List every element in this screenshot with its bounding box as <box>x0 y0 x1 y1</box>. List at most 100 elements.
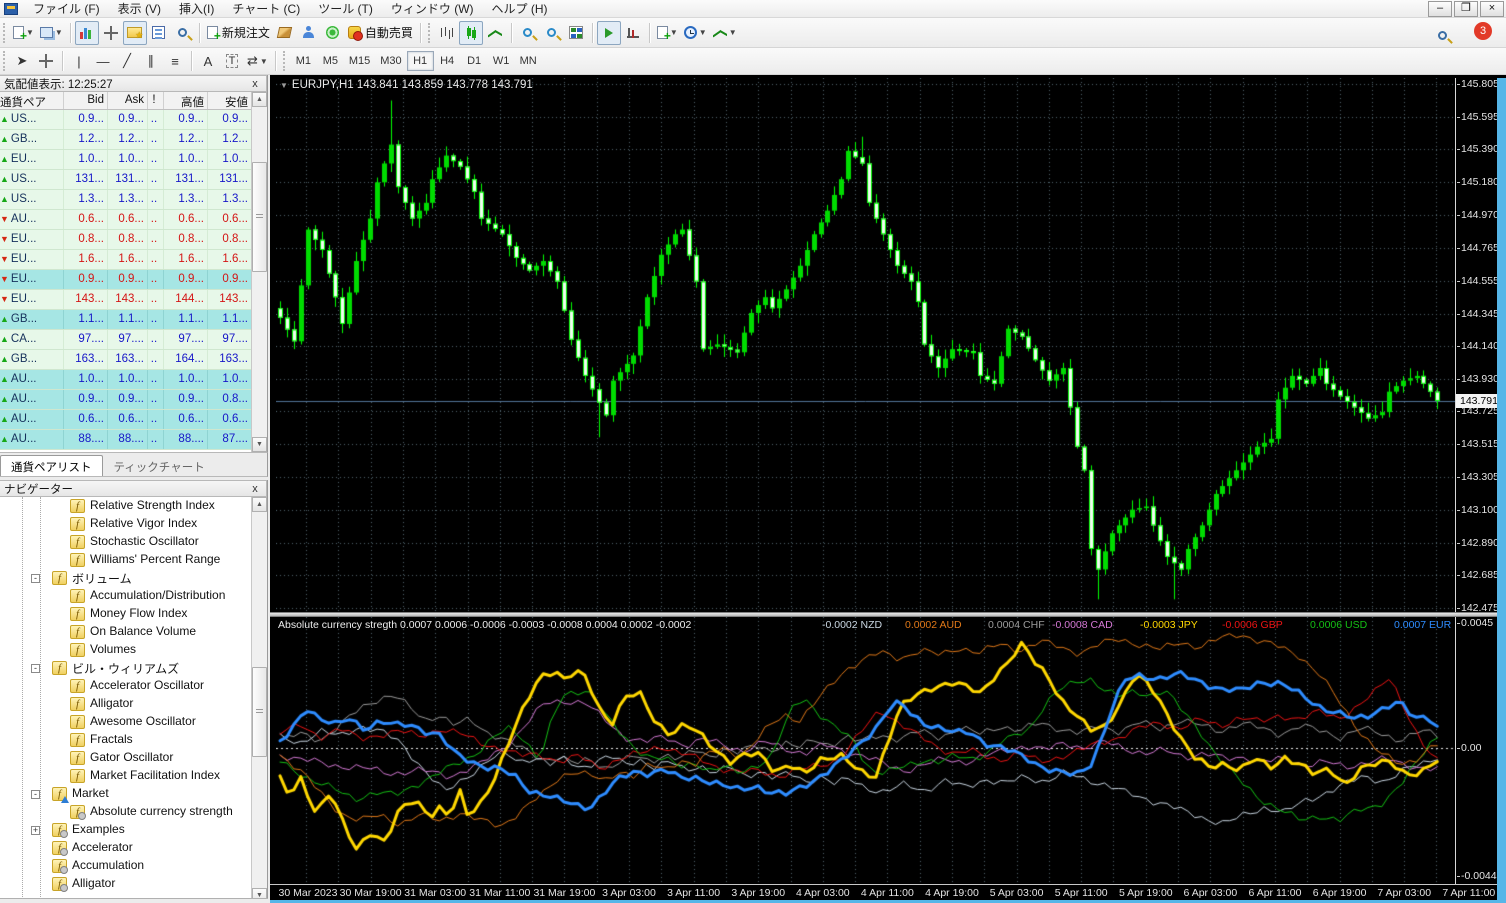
search-button[interactable] <box>1430 23 1454 47</box>
market-watch-titlebar[interactable]: 気配値表示: 12:25:27 x <box>0 75 267 92</box>
templates-dropdown[interactable]: ▼ <box>710 21 740 45</box>
toolbar-grip[interactable] <box>3 51 7 71</box>
menu-item-3[interactable]: チャート (C) <box>223 0 309 17</box>
scrollbar-thumb[interactable] <box>252 162 267 272</box>
column-header-2[interactable]: Ask <box>108 92 148 109</box>
close-icon[interactable]: x <box>248 78 262 90</box>
trendline-tool-button[interactable]: ╱ <box>115 49 139 73</box>
timeframe-h4[interactable]: H4 <box>434 51 461 71</box>
toolbar-grip[interactable] <box>3 22 7 43</box>
menu-item-2[interactable]: 挿入(I) <box>170 0 223 17</box>
menu-item-4[interactable]: ツール (T) <box>309 0 382 17</box>
community-button[interactable] <box>297 21 321 45</box>
collapse-box-icon[interactable]: - <box>31 663 40 673</box>
data-window-toggle[interactable] <box>99 21 123 45</box>
market-watch-row-3[interactable]: ▲ US... 131... 131..... 131... 131... <box>0 170 252 190</box>
collapse-box-icon[interactable]: - <box>31 789 40 799</box>
tree-item--[interactable]: - f ビル・ウィリアムズ <box>0 659 250 677</box>
signals-button[interactable] <box>321 21 345 45</box>
minimize-button[interactable]: – <box>1428 1 1452 17</box>
menu-item-0[interactable]: ファイル (F) <box>24 0 109 17</box>
market-watch-row-4[interactable]: ▲ US... 1.3... 1.3..... 1.3... 1.3... <box>0 190 252 210</box>
tree-item-alligator[interactable]: f Alligator <box>0 875 250 893</box>
tree-item-examples[interactable]: + f Examples <box>0 821 250 839</box>
timeframe-mn[interactable]: MN <box>515 51 542 71</box>
column-header-3[interactable]: ! <box>148 92 164 109</box>
text-tool-button[interactable]: A <box>196 49 220 73</box>
scroll-up-icon[interactable]: ▲ <box>252 497 267 512</box>
collapse-triangle-icon[interactable]: ▼ <box>280 81 288 90</box>
tree-item-accumulation[interactable]: f Accumulation <box>0 857 250 875</box>
market-watch-row-7[interactable]: ▼ EU... 1.6... 1.6..... 1.6... 1.6... <box>0 250 252 270</box>
market-watch-row-16[interactable]: ▲ AU... 88.... 88...... 88.... 87.... <box>0 430 252 450</box>
timeframe-m15[interactable]: M15 <box>344 51 375 71</box>
timeframe-d1[interactable]: D1 <box>461 51 488 71</box>
candlestick-chart-button[interactable] <box>458 20 483 45</box>
auto-scroll-button[interactable] <box>596 20 621 45</box>
market-watch-row-10[interactable]: ▲ GB... 1.1... 1.1..... 1.1... 1.1... <box>0 310 252 330</box>
tree-item-gator-oscillator[interactable]: f Gator Oscillator <box>0 749 250 767</box>
timeframe-m5[interactable]: M5 <box>317 51 344 71</box>
column-header-0[interactable]: 通貨ペア <box>0 92 64 109</box>
navigator-scrollbar[interactable]: ▲ ▼ <box>251 497 267 903</box>
market-watch-row-8[interactable]: ▼ EU... 0.9... 0.9..... 0.9... 0.9... <box>0 270 252 290</box>
market-watch-row-15[interactable]: ▲ AU... 0.6... 0.6..... 0.6... 0.6... <box>0 410 252 430</box>
tree-item-on-balance-volume[interactable]: f On Balance Volume <box>0 623 250 641</box>
channel-tool-button[interactable]: ∥ <box>139 49 163 73</box>
navigator-toggle[interactable]: ★ <box>122 20 147 45</box>
periods-dropdown[interactable]: ▼ <box>681 21 710 45</box>
fibonacci-tool-button[interactable]: ≡ <box>163 49 187 73</box>
market-watch-row-11[interactable]: ▲ CA... 97.... 97...... 97.... 97.... <box>0 330 252 350</box>
menu-item-6[interactable]: ヘルプ (H) <box>483 0 557 17</box>
market-watch-toggle[interactable] <box>74 20 99 45</box>
main-chart-plot[interactable]: ▼ EURJPY,H1 143.841 143.859 143.778 143.7… <box>276 78 1455 612</box>
strategy-tester-toggle[interactable] <box>171 21 195 45</box>
timeframe-h1[interactable]: H1 <box>406 51 434 71</box>
zoom-in-button[interactable] <box>516 21 540 45</box>
tree-item-accelerator[interactable]: f Accelerator <box>0 839 250 857</box>
hline-tool-button[interactable]: — <box>91 49 115 73</box>
market-watch-row-5[interactable]: ▼ AU... 0.6... 0.6..... 0.6... 0.6... <box>0 210 252 230</box>
scroll-up-icon[interactable]: ▲ <box>252 92 267 107</box>
tree-item-fractals[interactable]: f Fractals <box>0 731 250 749</box>
scroll-down-icon[interactable]: ▼ <box>252 437 267 452</box>
notifications-badge[interactable]: 3 <box>1474 22 1492 40</box>
close-icon[interactable]: x <box>248 483 262 495</box>
tab-symbol-list[interactable]: 通貨ペアリスト <box>0 455 103 476</box>
cursor-tool-button[interactable]: ➤ <box>10 49 34 73</box>
tree-item-alligator[interactable]: f Alligator <box>0 695 250 713</box>
price-axis[interactable]: 145.805 145.595 145.390 145.180 144.970 144.7… <box>1455 78 1499 614</box>
bar-chart-button[interactable] <box>435 21 459 45</box>
tree-item-money-flow-index[interactable]: f Money Flow Index <box>0 605 250 623</box>
timeframe-m1[interactable]: M1 <box>290 51 317 71</box>
column-header-5[interactable]: 安値 <box>208 92 252 109</box>
collapse-box-icon[interactable]: - <box>31 573 40 583</box>
timeframe-w1[interactable]: W1 <box>488 51 515 71</box>
column-header-4[interactable]: 高値 <box>164 92 208 109</box>
market-watch-row-14[interactable]: ▲ AU... 0.9... 0.9..... 0.9... 0.8... <box>0 390 252 410</box>
toolbar-grip[interactable] <box>427 22 432 43</box>
profiles-button[interactable]: ▼ <box>37 21 66 45</box>
metaeditor-button[interactable] <box>273 21 297 45</box>
chart-shift-button[interactable] <box>621 21 645 45</box>
tree-item-stochastic-oscillator[interactable]: f Stochastic Oscillator <box>0 533 250 551</box>
tree-item-relative-strength-index[interactable]: f Relative Strength Index <box>0 497 250 515</box>
tile-windows-button[interactable] <box>564 21 588 45</box>
terminal-toggle[interactable] <box>147 21 171 45</box>
toolbar-grip[interactable] <box>282 51 287 71</box>
tree-item-volumes[interactable]: f Volumes <box>0 641 250 659</box>
line-chart-button[interactable] <box>483 21 507 45</box>
new-order-button[interactable]: + 新規注文 <box>204 21 273 45</box>
market-watch-row-6[interactable]: ▼ EU... 0.8... 0.8..... 0.8... 0.8... <box>0 230 252 250</box>
menu-item-1[interactable]: 表示 (V) <box>109 0 170 17</box>
close-button[interactable]: × <box>1480 1 1504 17</box>
market-watch-row-0[interactable]: ▲ US... 0.9... 0.9..... 0.9... 0.9... <box>0 110 252 130</box>
tree-item-accelerator-oscillator[interactable]: f Accelerator Oscillator <box>0 677 250 695</box>
tree-item-awesome-oscillator[interactable]: f Awesome Oscillator <box>0 713 250 731</box>
indicator-pane[interactable]: Absolute currency stregth 0.0007 0.0006 … <box>276 617 1455 884</box>
vline-tool-button[interactable]: | <box>67 49 91 73</box>
tree-item-market[interactable]: - f Market <box>0 785 250 803</box>
scrollbar-thumb[interactable] <box>252 667 267 757</box>
market-watch-row-13[interactable]: ▲ AU... 1.0... 1.0..... 1.0... 1.0... <box>0 370 252 390</box>
zoom-out-button[interactable] <box>540 21 564 45</box>
